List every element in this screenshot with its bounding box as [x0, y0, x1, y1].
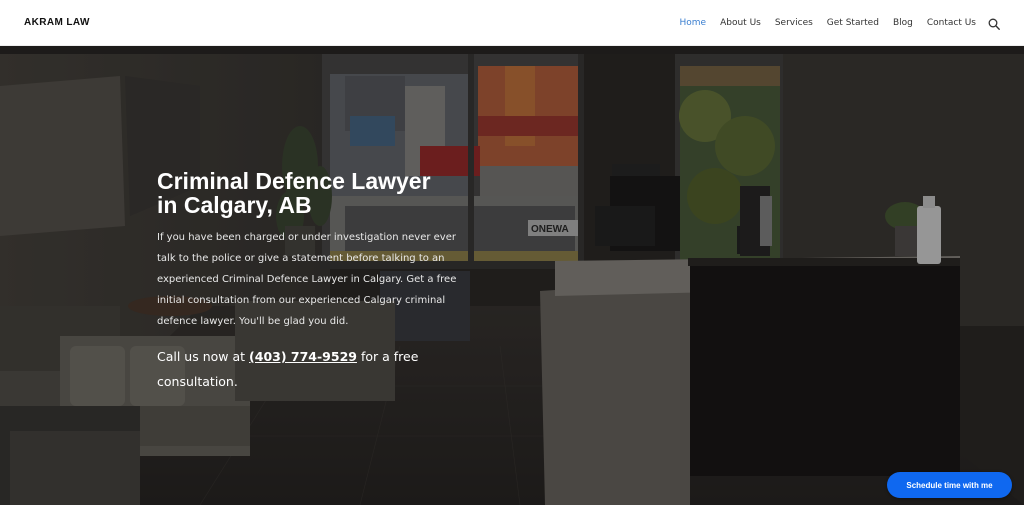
hero-title: Criminal Defence Lawyer in Calgary, AB: [157, 168, 431, 218]
site-logo[interactable]: AKRAM LAW: [24, 17, 90, 28]
hero-background-image: ONEWA: [0, 46, 1024, 505]
main-nav: Home About Us Services Get Started Blog …: [666, 17, 1000, 30]
hero-section: ONEWA Criminal Defence Lawyer in Calgary…: [0, 46, 1024, 505]
nav-item-home[interactable]: Home: [680, 18, 707, 28]
nav-item-get-started[interactable]: Get Started: [827, 18, 879, 28]
search-icon[interactable]: [988, 17, 1000, 30]
phone-link[interactable]: (403) 774-9529: [249, 349, 357, 364]
cta-prefix: Call us now at: [157, 349, 246, 364]
nav-item-services[interactable]: Services: [775, 18, 813, 28]
nav-item-contact-us[interactable]: Contact Us: [927, 18, 976, 28]
nav-item-blog[interactable]: Blog: [893, 18, 913, 28]
nav-item-about-us[interactable]: About Us: [720, 18, 761, 28]
site-header: AKRAM LAW Home About Us Services Get Sta…: [0, 0, 1024, 46]
hero-call-to-action: Call us now at (403) 774-9529 for a free…: [157, 344, 427, 394]
hero-description: If you have been charged or under invest…: [157, 232, 457, 327]
hero-content: Criminal Defence Lawyer in Calgary, AB I…: [157, 169, 487, 394]
schedule-time-button[interactable]: Schedule time with me: [887, 472, 1012, 498]
